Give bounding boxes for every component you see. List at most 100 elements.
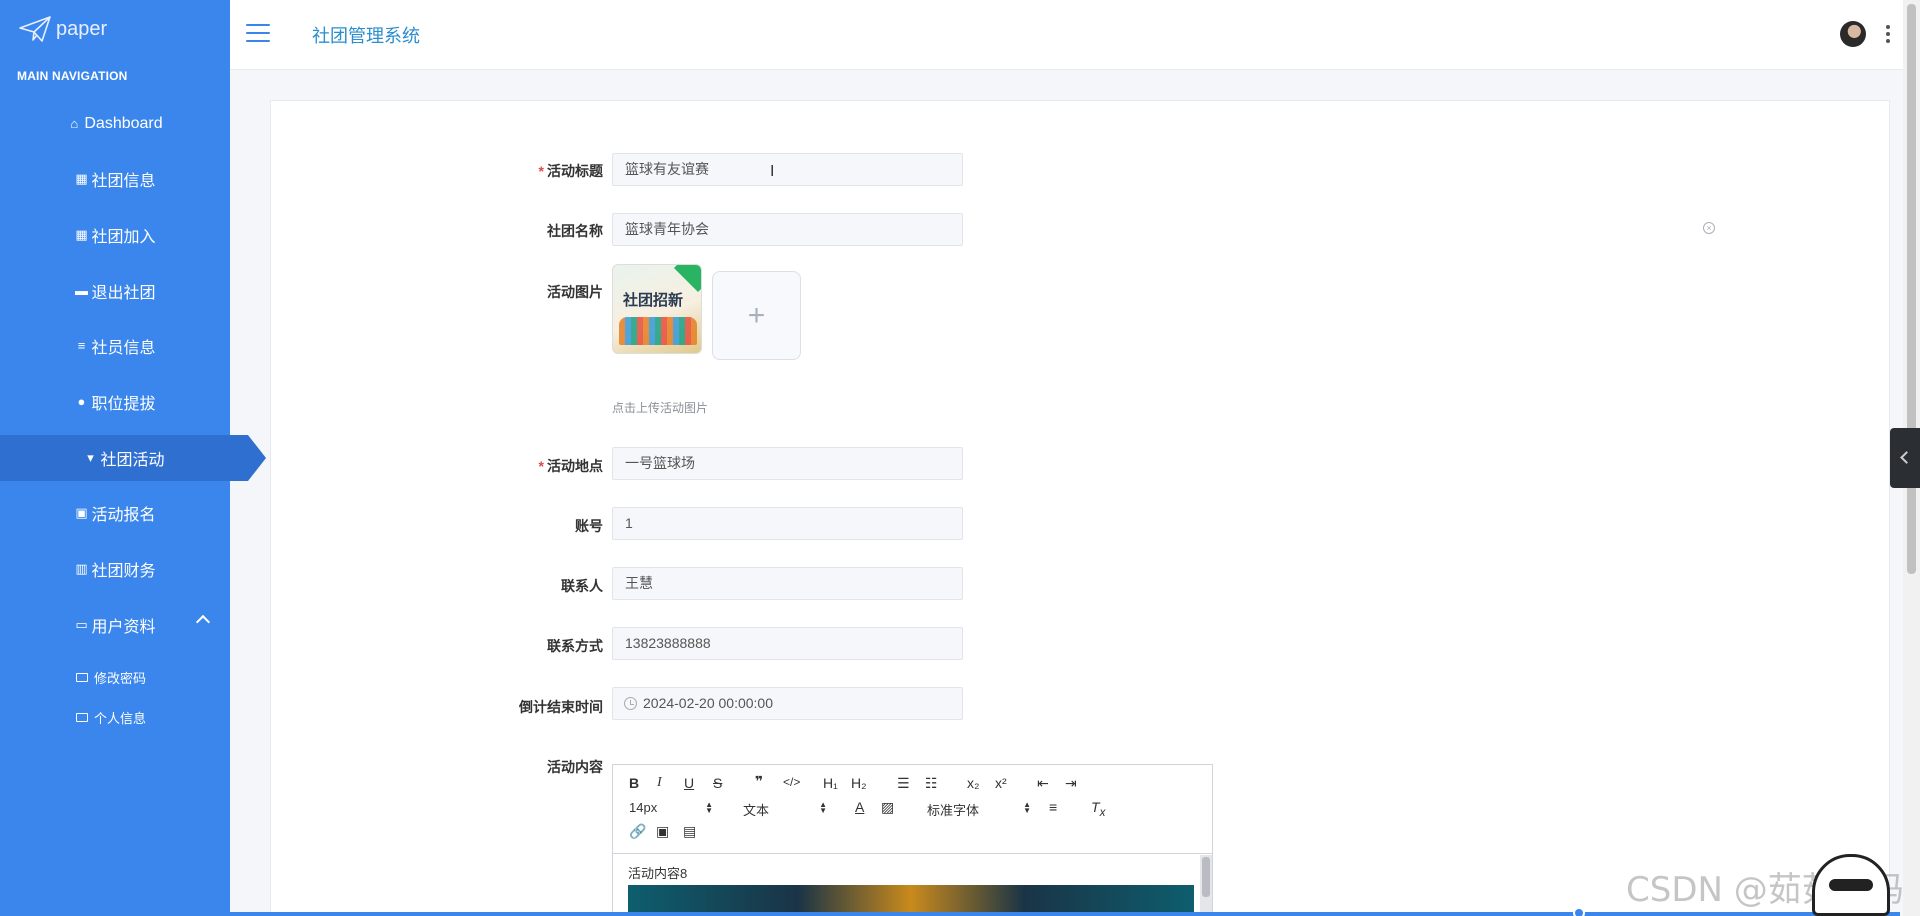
editor-scrollbar[interactable] [1200, 855, 1212, 915]
success-badge-icon [673, 265, 701, 293]
sidebar-subitem-label: 个人信息 [94, 711, 147, 726]
background-color-icon[interactable]: ▨ [881, 799, 894, 816]
image-upload-button[interactable]: + [712, 271, 801, 360]
blockquote-icon[interactable]: ❞ [755, 773, 763, 790]
location-label: * 活动地点 [538, 458, 603, 474]
avatar[interactable] [1840, 21, 1866, 47]
bold-icon[interactable]: B [629, 775, 639, 791]
sidebar-item-dashboard[interactable]: ⌂ Dashboard [0, 101, 230, 147]
phone-label: 联系方式 [547, 638, 603, 654]
strikethrough-icon[interactable]: S [713, 775, 722, 791]
title-input[interactable]: 篮球有友谊赛 [612, 153, 963, 186]
outdent-icon[interactable]: ⇤ [1037, 775, 1049, 792]
deadline-value: 2024-02-20 00:00:00 [643, 695, 773, 711]
sidebar-item-club-activities[interactable]: ▾ 社团活动 [0, 435, 266, 481]
menu-toggle-icon[interactable] [246, 24, 270, 42]
italic-icon[interactable]: I [657, 775, 662, 791]
activity-image-thumbnail[interactable]: 社团招新 [612, 264, 702, 354]
ordered-list-icon[interactable]: ☰ [897, 775, 910, 792]
sidebar-item-user-profile[interactable]: ▭ 用户资料 [0, 602, 230, 648]
more-options-icon[interactable] [1885, 25, 1891, 43]
paragraph-select[interactable]: 文本 ▲ ▼ [743, 800, 827, 819]
editor-content[interactable]: 活动内容8 [613, 855, 1212, 916]
sidebar-item-club-quit[interactable]: ▬ 退出社团 [0, 268, 230, 314]
heading1-icon[interactable]: H₁ [823, 775, 838, 791]
chevron-up-icon [195, 614, 211, 630]
sidebar-item-label: 用户资料 [91, 619, 156, 636]
code-block-icon[interactable]: </> [783, 775, 800, 789]
account-label: 账号 [575, 518, 603, 534]
text-cursor-icon: I [770, 163, 775, 180]
thumbnail-illustration [619, 317, 697, 345]
paper-plane-icon [19, 16, 51, 42]
clipboard-icon: ▣ [75, 505, 88, 520]
list-icon: ≡ [77, 338, 86, 353]
font-color-icon[interactable]: A [855, 799, 864, 815]
deadline-label: 倒计结束时间 [519, 699, 603, 715]
grid-icon: ▦ [75, 171, 88, 186]
brand-name: paper [56, 17, 108, 40]
clear-format-icon[interactable]: Tx [1091, 799, 1105, 819]
sidebar-item-promotion[interactable]: ● 职位提拔 [0, 379, 230, 425]
sidebar-item-signup[interactable]: ▣ 活动报名 [0, 490, 230, 536]
card-icon: ▭ [75, 617, 88, 632]
upload-hint: 点击上传活动图片 [612, 401, 709, 415]
link-icon[interactable]: 🔗 [629, 823, 646, 840]
bottom-progress-bar [230, 912, 1900, 916]
sidebar-subitem-personal-info[interactable]: 个人信息 [76, 708, 146, 727]
sidebar-item-club-join[interactable]: ▦ 社团加入 [0, 212, 230, 258]
sidebar-subitem-change-password[interactable]: 修改密码 [76, 668, 146, 687]
subscript-icon[interactable]: x₂ [967, 775, 979, 791]
sidebar-item-club-info[interactable]: ▦ 社团信息 [0, 156, 230, 202]
phone-input[interactable]: 13823888888 [612, 627, 963, 660]
home-icon: ⌂ [70, 116, 79, 131]
font-size-select[interactable]: 14px ▲ ▼ [629, 800, 713, 815]
align-icon[interactable]: ≡ [1049, 799, 1057, 815]
bullet-list-icon[interactable]: ☷ [925, 775, 938, 792]
sidebar-item-label: 社团加入 [91, 229, 156, 246]
video-icon[interactable]: ▤ [683, 823, 696, 840]
page-title: 社团管理系统 [312, 26, 420, 46]
bar-chart-icon: ▥ [75, 561, 88, 576]
content-label: 活动内容 [547, 759, 603, 775]
location-input[interactable]: 一号篮球场 [612, 447, 963, 480]
brand-logo[interactable]: paper [18, 14, 107, 44]
sidebar-item-label: 社团信息 [91, 173, 156, 190]
location-icon: ● [77, 394, 86, 409]
sidebar-item-members[interactable]: ≡ 社员信息 [0, 323, 230, 369]
sidebar-item-label: 社员信息 [91, 340, 156, 357]
club-name-input[interactable]: 篮球青年协会 [612, 213, 963, 246]
plus-icon: + [747, 298, 766, 332]
activity-image-label: 活动图片 [547, 284, 603, 300]
font-family-select[interactable]: 标准字体 ▲ ▼ [927, 800, 1031, 819]
grid-icon: ▦ [75, 227, 88, 242]
heading2-icon[interactable]: H₂ [851, 775, 867, 791]
sidebar-item-label: 活动报名 [91, 507, 156, 524]
sidebar-item-label: 社团财务 [91, 563, 156, 580]
editor-toolbar: B I U S ❞ </> H₁ H₂ ☰ ☷ x₂ x² ⇤ ⇥ 14px ▲ ▼… [613, 765, 1212, 854]
thumbnail-caption: 社团招新 [623, 292, 684, 309]
sidebar-item-label: Dashboard [84, 115, 163, 132]
sidebar-item-label: 职位提拔 [91, 396, 156, 413]
club-name-label: 社团名称 [547, 223, 603, 239]
image-icon[interactable]: ▣ [656, 823, 669, 840]
close-circle-icon[interactable]: × [1703, 222, 1715, 234]
rich-text-editor[interactable]: B I U S ❞ </> H₁ H₂ ☰ ☷ x₂ x² ⇤ ⇥ 14px ▲ ▼… [612, 764, 1213, 916]
sidebar-item-label: 退出社团 [91, 285, 156, 302]
account-input[interactable]: 1 [612, 507, 963, 540]
contact-input[interactable]: 王慧 [612, 567, 963, 600]
editor-content-text: 活动内容8 [628, 866, 688, 881]
title-label: * 活动标题 [538, 163, 603, 179]
side-panel-toggle[interactable] [1890, 428, 1920, 488]
briefcase-icon: ▬ [74, 283, 88, 298]
progress-handle[interactable] [1573, 907, 1585, 916]
sidebar-item-finance[interactable]: ▥ 社团财务 [0, 546, 230, 592]
folder-icon [76, 713, 88, 722]
superscript-icon[interactable]: x² [995, 775, 1007, 791]
flag-icon: ▾ [87, 450, 94, 465]
indent-icon[interactable]: ⇥ [1065, 775, 1077, 792]
sidebar: paper MAIN NAVIGATION ⌂ Dashboard ▦ 社团信息… [0, 0, 266, 916]
topbar: 社团管理系统 [230, 0, 1920, 70]
deadline-datetime-input[interactable]: 2024-02-20 00:00:00 [612, 687, 963, 720]
underline-icon[interactable]: U [684, 775, 694, 791]
